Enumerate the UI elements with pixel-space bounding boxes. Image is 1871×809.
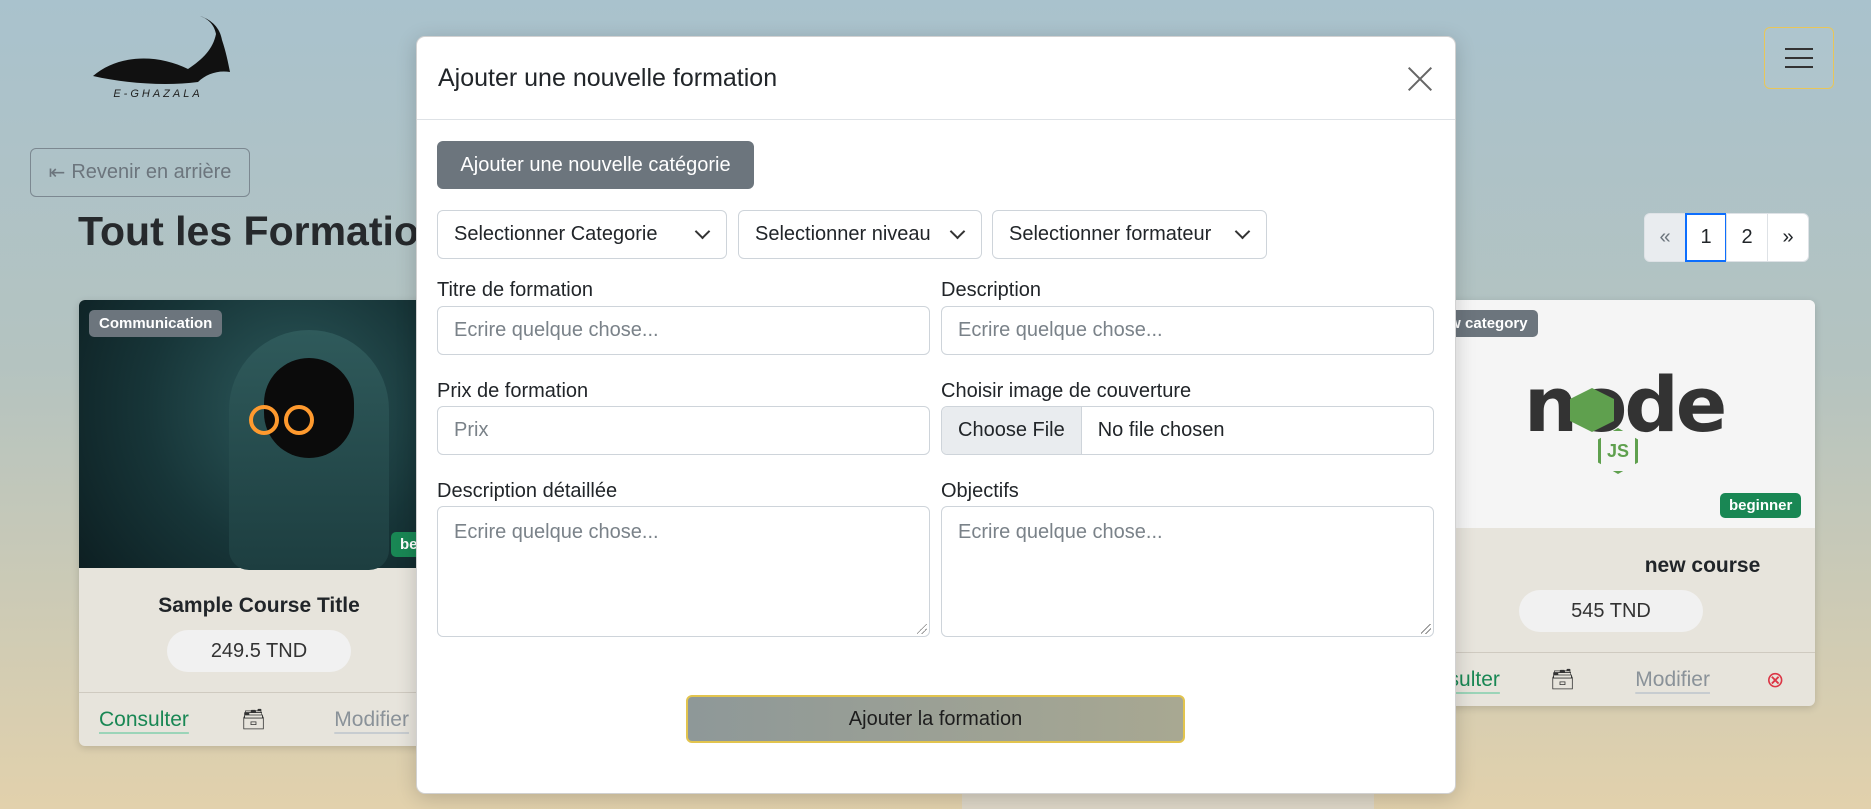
pagination-prev[interactable]: «	[1644, 213, 1686, 262]
chevron-down-icon	[949, 223, 966, 240]
course-card: node JS New category beginner new course…	[1440, 300, 1815, 706]
logo-text: E-GHAZALA	[113, 88, 203, 100]
title-input[interactable]: Ecrire quelque chose...	[437, 306, 930, 355]
course-image: Communication beginner	[79, 300, 439, 570]
chevron-down-icon	[694, 223, 711, 240]
course-title: new course	[1644, 554, 1761, 577]
price-input[interactable]: Prix	[437, 406, 930, 455]
submit-course-button[interactable]: Ajouter la formation	[686, 695, 1185, 743]
archive-icon[interactable]: 🗃	[1550, 667, 1575, 692]
edit-link[interactable]: Modifier	[334, 708, 409, 732]
course-price: 249.5 TND	[167, 630, 351, 672]
edit-link[interactable]: Modifier	[1635, 668, 1710, 692]
back-button-label: Revenir en arrière	[71, 161, 232, 183]
level-select[interactable]: Selectionner niveau	[738, 210, 982, 259]
consult-link[interactable]: Consulter	[99, 708, 189, 732]
category-select[interactable]: Selectionner Categorie	[437, 210, 727, 259]
objectives-label: Objectifs	[941, 480, 1019, 502]
course-image: node JS New category beginner	[1440, 300, 1815, 528]
brand-logo[interactable]: E-GHAZALA	[88, 14, 238, 104]
description-input[interactable]: Ecrire quelque chose...	[941, 306, 1434, 355]
trainer-select-value: Selectionner formateur	[1009, 223, 1212, 245]
category-select-value: Selectionner Categorie	[454, 223, 658, 245]
title-label: Titre de formation	[437, 279, 593, 301]
course-card: Communication beginner Sample Course Tit…	[79, 300, 439, 746]
file-status: No file chosen	[1097, 419, 1225, 441]
choose-file-button[interactable]: Choose File	[942, 407, 1082, 454]
level-select-value: Selectionner niveau	[755, 223, 931, 245]
category-badge: Communication	[89, 310, 223, 337]
pagination-next[interactable]: »	[1767, 213, 1809, 262]
modal-title: Ajouter une nouvelle formation	[438, 63, 778, 92]
hamburger-icon	[1785, 48, 1813, 50]
description-label: Description	[941, 279, 1042, 301]
add-course-modal: Ajouter une nouvelle formation Ajouter u…	[416, 36, 1456, 794]
cover-label: Choisir image de couverture	[941, 380, 1192, 402]
add-category-button[interactable]: Ajouter une nouvelle catégorie	[437, 141, 754, 189]
trainer-select[interactable]: Selectionner formateur	[992, 210, 1267, 259]
detailed-description-textarea[interactable]: Ecrire quelque chose...	[437, 506, 930, 637]
objectives-textarea[interactable]: Ecrire quelque chose...	[941, 506, 1434, 637]
close-icon[interactable]	[1405, 63, 1435, 93]
course-price: 545 TND	[1519, 590, 1703, 632]
price-label: Prix de formation	[437, 380, 589, 402]
cover-file-input[interactable]: Choose File No file chosen	[941, 406, 1434, 455]
pagination-page-1[interactable]: 1	[1685, 213, 1727, 262]
arrow-left-bar-icon: ⇤	[48, 162, 66, 184]
level-badge: beginner	[1720, 493, 1802, 518]
circle-x-icon[interactable]: ⊗	[1766, 667, 1784, 693]
detailed-description-label: Description détaillée	[437, 480, 618, 502]
back-button[interactable]: ⇤ Revenir en arrière	[30, 148, 250, 197]
pagination: « 1 2 »	[1644, 213, 1809, 262]
pagination-page-2[interactable]: 2	[1726, 213, 1768, 262]
archive-icon[interactable]: 🗃	[241, 707, 266, 732]
course-title: Sample Course Title	[158, 594, 360, 617]
card-actions: Consulter 🗃 Modifier	[79, 692, 439, 746]
card-actions: Consulter 🗃 Modifier ⊗	[1440, 652, 1815, 706]
chevron-down-icon	[1234, 223, 1251, 240]
menu-toggle-button[interactable]	[1764, 27, 1834, 89]
page-title: Tout les Formations	[78, 208, 467, 254]
modal-header: Ajouter une nouvelle formation	[417, 37, 1455, 120]
